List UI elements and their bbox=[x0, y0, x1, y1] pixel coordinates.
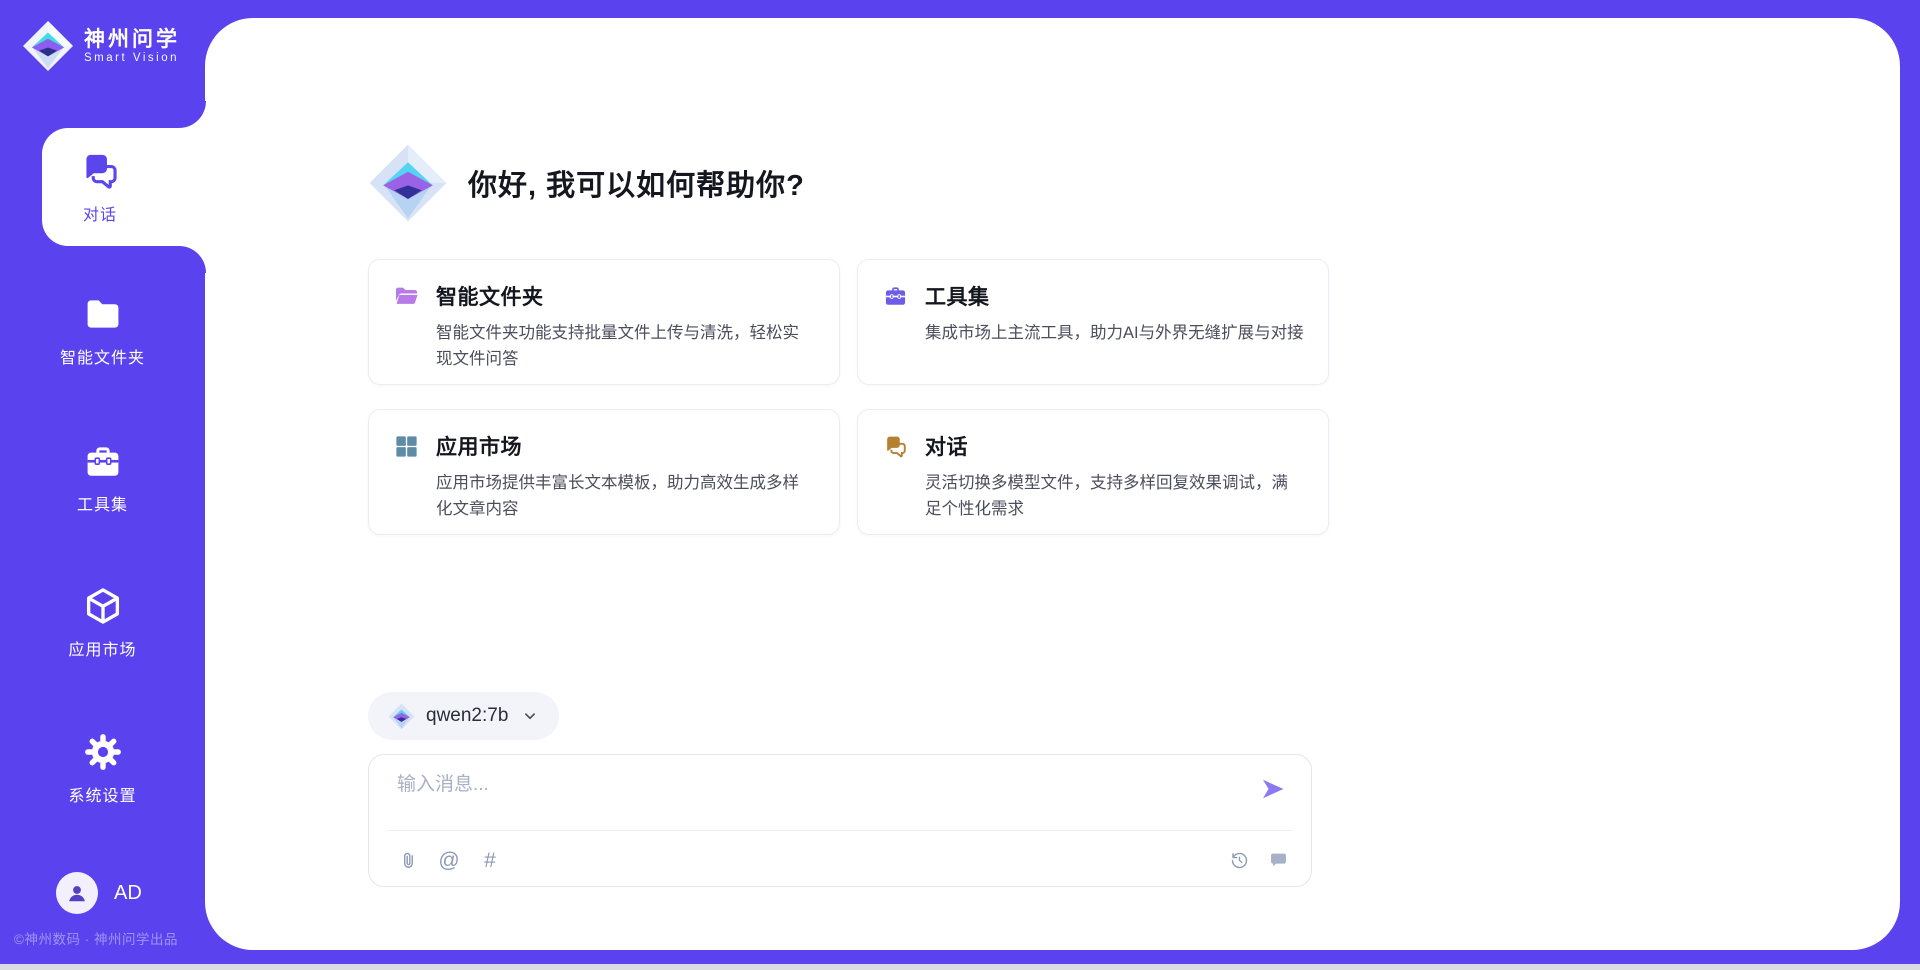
chat-icon bbox=[78, 149, 122, 193]
sidebar-item-smart-folder[interactable]: 智能文件夹 bbox=[0, 293, 205, 368]
sidebar: 神州问学 Smart Vision 对话 智能文件夹 bbox=[0, 0, 205, 970]
sidebar-item-label: 智能文件夹 bbox=[60, 344, 145, 368]
mention-button[interactable]: @ bbox=[438, 849, 460, 871]
at-icon: @ bbox=[438, 850, 459, 871]
card-title: 智能文件夹 bbox=[436, 281, 815, 311]
avatar bbox=[56, 872, 98, 914]
sidebar-item-settings[interactable]: 系统设置 bbox=[0, 731, 205, 806]
send-button[interactable] bbox=[1259, 775, 1289, 805]
sidebar-item-label: 应用市场 bbox=[68, 636, 136, 660]
chevron-down-icon bbox=[521, 707, 539, 725]
comment-icon bbox=[1268, 850, 1289, 871]
card-title: 应用市场 bbox=[436, 431, 815, 461]
chat-bubbles-icon bbox=[882, 433, 909, 460]
gear-icon bbox=[82, 731, 124, 773]
attach-button[interactable] bbox=[397, 849, 419, 871]
feature-cards: 智能文件夹 智能文件夹功能支持批量文件上传与清洗，轻松实现文件问答 工具集 集成… bbox=[368, 259, 1329, 535]
grid-icon bbox=[393, 433, 420, 460]
person-icon bbox=[64, 880, 90, 906]
sidebar-item-label: 工具集 bbox=[77, 491, 128, 515]
quick-reply-button[interactable] bbox=[1267, 849, 1289, 871]
active-tab-top-fillet bbox=[179, 101, 206, 128]
composer-toolbar: @ # bbox=[397, 849, 501, 871]
card-description: 智能文件夹功能支持批量文件上传与清洗，轻松实现文件问答 bbox=[436, 321, 815, 372]
active-tab-bottom-fillet bbox=[179, 246, 206, 273]
card-title: 工具集 bbox=[925, 281, 1304, 311]
sidebar-item-label: 对话 bbox=[83, 201, 117, 225]
card-description: 应用市场提供丰富长文本模板，助力高效生成多样化文章内容 bbox=[436, 471, 815, 522]
model-selector[interactable]: qwen2:7b bbox=[368, 692, 559, 740]
window-bottom-strip bbox=[0, 964, 1920, 970]
sidebar-credit: ©神州数码 · 神州问学出品 bbox=[14, 928, 178, 948]
feature-card-toolset[interactable]: 工具集 集成市场上主流工具，助力AI与外界无缝扩展与对接 bbox=[857, 259, 1329, 385]
greeting: 你好, 我可以如何帮助你? bbox=[368, 143, 805, 223]
sidebar-item-label: 系统设置 bbox=[68, 782, 136, 806]
feature-card-app-market[interactable]: 应用市场 应用市场提供丰富长文本模板，助力高效生成多样化文章内容 bbox=[368, 409, 840, 535]
feature-card-smart-folder[interactable]: 智能文件夹 智能文件夹功能支持批量文件上传与清洗，轻松实现文件问答 bbox=[368, 259, 840, 385]
diamond-logo-icon bbox=[368, 143, 448, 223]
toolbox-icon bbox=[82, 440, 124, 482]
brand-name: 神州问学 bbox=[84, 28, 180, 52]
card-description: 集成市场上主流工具，助力AI与外界无缝扩展与对接 bbox=[925, 321, 1304, 347]
page-title: 你好, 我可以如何帮助你? bbox=[468, 162, 805, 204]
brand: 神州问学 Smart Vision bbox=[22, 20, 180, 72]
folder-open-icon bbox=[393, 283, 420, 310]
feature-card-chat[interactable]: 对话 灵活切换多模型文件，支持多样回复效果调试，满足个性化需求 bbox=[857, 409, 1329, 535]
briefcase-icon bbox=[882, 283, 909, 310]
history-button[interactable] bbox=[1228, 849, 1250, 871]
send-icon bbox=[1259, 775, 1287, 803]
hash-icon: # bbox=[484, 850, 496, 871]
user-name: AD bbox=[114, 882, 142, 905]
sidebar-item-chat[interactable]: 对话 bbox=[42, 128, 206, 246]
composer-right-toolbar bbox=[1228, 849, 1289, 871]
card-title: 对话 bbox=[925, 431, 1304, 461]
user-chip[interactable]: AD bbox=[56, 872, 142, 914]
cube-icon bbox=[82, 585, 124, 627]
paperclip-icon bbox=[398, 850, 419, 871]
card-description: 灵活切换多模型文件，支持多样回复效果调试，满足个性化需求 bbox=[925, 471, 1304, 522]
brand-diamond-logo-icon bbox=[22, 20, 74, 72]
folder-icon bbox=[82, 293, 124, 335]
message-composer: @ # bbox=[368, 754, 1312, 887]
model-name: qwen2:7b bbox=[426, 705, 508, 727]
history-icon bbox=[1229, 850, 1250, 871]
sidebar-item-toolset[interactable]: 工具集 bbox=[0, 440, 205, 515]
message-input[interactable] bbox=[397, 769, 1237, 825]
brand-tagline: Smart Vision bbox=[84, 52, 180, 64]
model-diamond-logo-icon bbox=[388, 703, 415, 730]
app-screen: 神州问学 Smart Vision 对话 智能文件夹 bbox=[0, 0, 1920, 970]
sidebar-item-app-market[interactable]: 应用市场 bbox=[0, 585, 205, 660]
composer-divider bbox=[387, 830, 1293, 831]
hashtag-button[interactable]: # bbox=[479, 849, 501, 871]
